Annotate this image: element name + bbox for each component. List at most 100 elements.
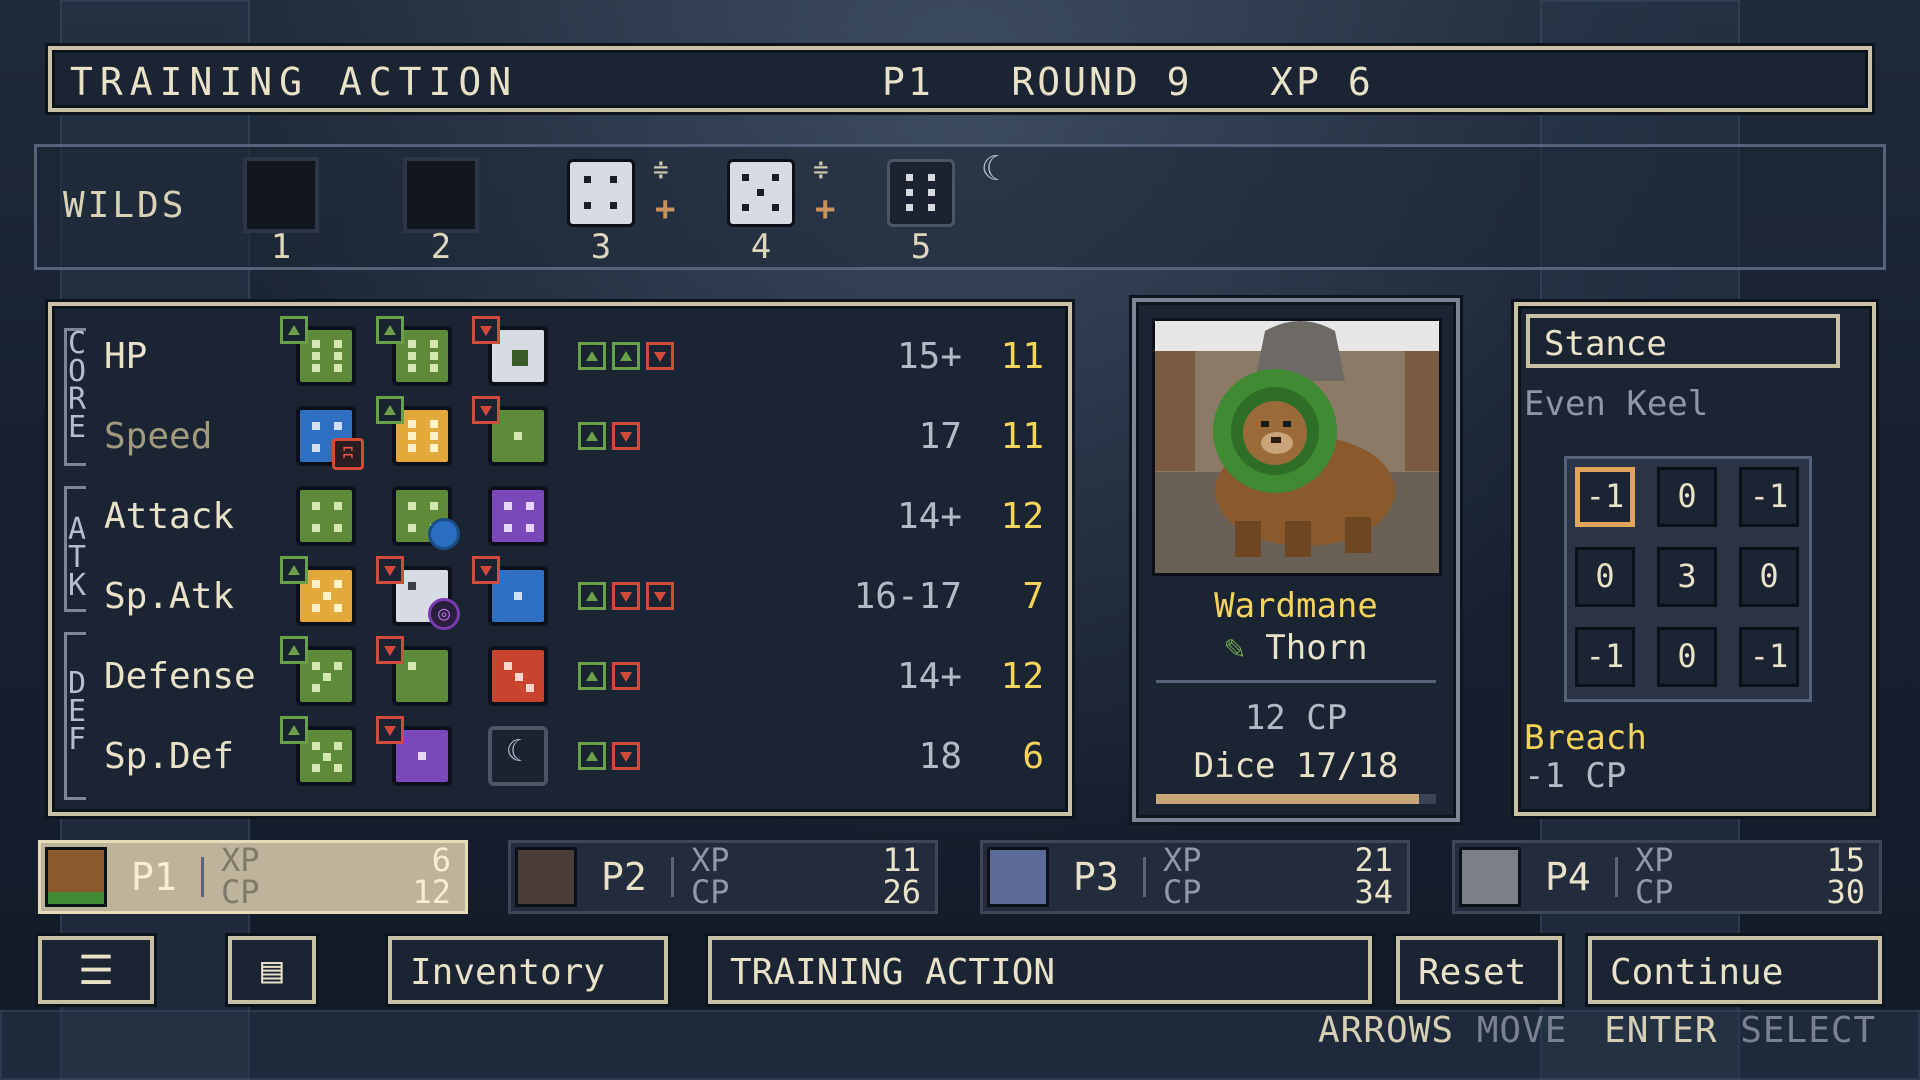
decrease-icon [376, 636, 404, 664]
stance-cell[interactable]: 0 [1575, 547, 1635, 607]
character-cp: 12 CP [1244, 698, 1348, 738]
character-dice: Dice 17/18 [1193, 746, 1399, 786]
increase-icon [280, 556, 308, 584]
stat-name: Sp.Atk [104, 576, 235, 617]
increase-icon[interactable] [578, 742, 606, 770]
player-label: P1 [131, 855, 177, 899]
wild-slot-number: 1 [270, 227, 292, 267]
increase-icon [376, 316, 404, 344]
stat-row-speed[interactable]: Speed ʭ 17 11 [52, 396, 1068, 478]
increase-icon[interactable] [578, 662, 606, 690]
menu-icon: ☰ [78, 948, 114, 994]
increase-icon [280, 316, 308, 344]
stance-cell[interactable]: 0 [1739, 547, 1799, 607]
adjust-icon: ≑ [653, 155, 669, 185]
stance-cell[interactable]: -1 [1739, 467, 1799, 527]
stat-name: HP [104, 336, 148, 377]
stat-value: 6 [1022, 736, 1044, 777]
stat-die[interactable]: ☾ [488, 726, 548, 786]
increase-icon[interactable] [578, 342, 606, 370]
xp-label: XP [1635, 841, 1674, 879]
stat-row-sp-def[interactable]: Sp.Def ☾ 18 6 [52, 716, 1068, 798]
character-name: Wardmane [1214, 586, 1378, 626]
log-button[interactable]: ▤ [228, 936, 316, 1004]
increase-icon[interactable] [612, 342, 640, 370]
divider [201, 857, 204, 897]
decrease-icon[interactable] [612, 742, 640, 770]
increase-icon [376, 396, 404, 424]
player-label: P2 [601, 855, 647, 899]
increase-icon[interactable] [578, 422, 606, 450]
character-portrait [1152, 318, 1442, 576]
bear-creature-image [1155, 321, 1439, 557]
stat-row-defense[interactable]: Defense 14+ 12 [52, 636, 1068, 718]
stat-value: 12 [1000, 656, 1044, 697]
stance-panel: Stance Even Keel -1 0 -1 0 3 0 -1 0 -1 B… [1514, 302, 1876, 816]
xp-value: 21 [1354, 841, 1393, 879]
wilds-bar: WILDS 1 2 ≑ + 3 ≑ + 4 ☾ 5 [34, 144, 1886, 270]
stance-title[interactable]: Stance [1526, 314, 1840, 368]
crest-icon [428, 518, 460, 550]
decrease-icon [472, 396, 500, 424]
stat-die[interactable] [488, 486, 548, 546]
stance-cell[interactable]: -1 [1575, 627, 1635, 687]
cp-label: CP [221, 873, 260, 911]
decrease-icon [376, 556, 404, 584]
wild-slot-1[interactable] [243, 157, 319, 233]
wild-die-5[interactable] [887, 159, 955, 227]
rabbit-icon: ʭ [332, 438, 364, 470]
reset-button[interactable]: Reset [1396, 936, 1562, 1004]
player-card-p1[interactable]: P1 XP CP 6 12 [38, 840, 468, 914]
stance-cell[interactable]: 3 [1657, 547, 1717, 607]
decrease-icon [472, 556, 500, 584]
wild-die-3[interactable] [567, 159, 635, 227]
decrease-icon[interactable] [612, 662, 640, 690]
action-button[interactable]: TRAINING ACTION [708, 936, 1372, 1004]
decrease-icon[interactable] [646, 342, 674, 370]
dice-progress-bar [1156, 794, 1436, 804]
cp-value: 34 [1354, 873, 1393, 911]
player-label: P4 [1545, 855, 1591, 899]
stat-name: Sp.Def [104, 736, 235, 777]
cat-avatar [987, 847, 1049, 907]
player-card-p4[interactable]: P4 XP CP 15 30 [1452, 840, 1882, 914]
inventory-button[interactable]: Inventory [388, 936, 668, 1004]
stat-range: 17 [918, 416, 962, 457]
wild-slot-2[interactable] [403, 157, 479, 233]
divider [671, 857, 674, 897]
stance-cell[interactable]: -1 [1575, 467, 1635, 527]
cp-value: 26 [882, 873, 921, 911]
control-hints: ARROWS MOVE ENTER SELECT [1318, 1010, 1876, 1051]
stat-die[interactable] [296, 486, 356, 546]
increase-icon[interactable] [578, 582, 606, 610]
decrease-icon[interactable] [612, 582, 640, 610]
moon-icon: ☾ [981, 149, 1002, 189]
wolf-avatar [1459, 847, 1521, 907]
cp-value: 12 [412, 873, 451, 911]
stance-cell[interactable]: -1 [1739, 627, 1799, 687]
stat-row-attack[interactable]: Attack 14+ 12 [52, 478, 1068, 558]
wild-slot-number: 4 [750, 227, 772, 267]
stat-value: 12 [1000, 496, 1044, 537]
stat-value: 11 [1000, 336, 1044, 377]
stat-die[interactable] [488, 646, 548, 706]
player-card-p3[interactable]: P3 XP CP 21 34 [980, 840, 1410, 914]
stance-grid: -1 0 -1 0 3 0 -1 0 -1 [1564, 456, 1812, 702]
hint-key-arrows: ARROWS [1318, 1010, 1455, 1051]
xp-value: 11 [882, 841, 921, 879]
breach-cost: -1 CP [1524, 756, 1627, 796]
player-card-p2[interactable]: P2 XP CP 11 26 [508, 840, 938, 914]
menu-button[interactable]: ☰ [38, 936, 154, 1004]
decrease-icon[interactable] [646, 582, 674, 610]
continue-button[interactable]: Continue [1588, 936, 1882, 1004]
wilds-label: WILDS [63, 185, 187, 226]
stat-row-hp[interactable]: HP 15+ 11 [52, 316, 1068, 398]
decrease-icon[interactable] [612, 422, 640, 450]
xp-label: XP [221, 841, 260, 879]
stat-range: 14+ [896, 656, 962, 697]
stance-cell[interactable]: 0 [1657, 467, 1717, 527]
thorn-icon: ✎ [1224, 628, 1245, 668]
stance-cell[interactable]: 0 [1657, 627, 1717, 687]
stat-row-sp-atk[interactable]: Sp.Atk ◎ 16-17 7 [52, 556, 1068, 638]
wild-die-4[interactable] [727, 159, 795, 227]
